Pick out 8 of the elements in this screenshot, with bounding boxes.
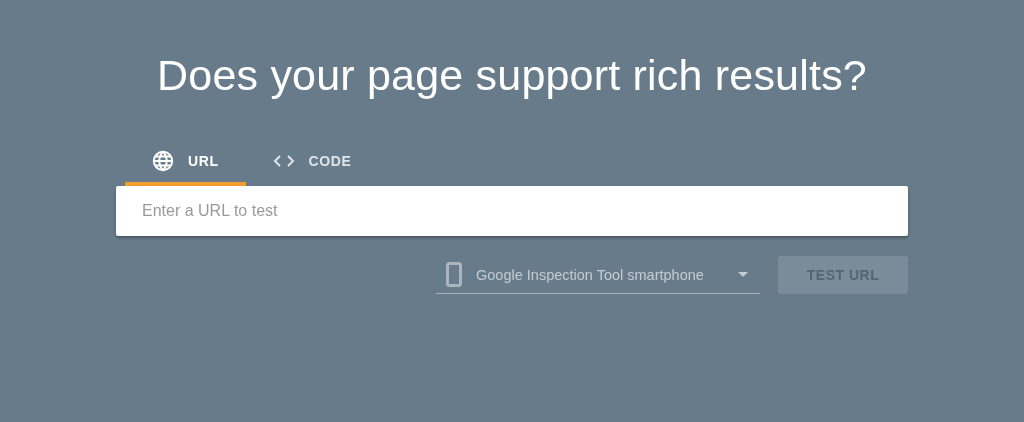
url-input-field[interactable]: Enter a URL to test [116, 186, 908, 236]
smartphone-icon [446, 262, 462, 287]
page-heading: Does your page support rich results? [157, 50, 867, 101]
tab[interactable]: CODE [245, 136, 379, 186]
caret-icon [738, 272, 748, 277]
device-dropdown[interactable]: Google Inspection Tool smartphone [436, 256, 760, 294]
code-icon [272, 153, 295, 169]
globe-icon [152, 150, 174, 172]
